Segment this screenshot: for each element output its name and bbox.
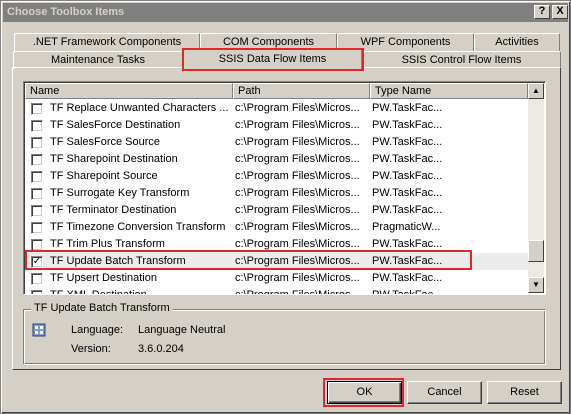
close-button[interactable]: X <box>552 5 568 19</box>
window-title: Choose Toolbox Items <box>7 6 125 18</box>
ok-button[interactable]: OK <box>327 381 402 404</box>
tab-panel <box>12 67 561 370</box>
title-bar[interactable]: Choose Toolbox Items ? X <box>3 3 568 22</box>
tab-net-framework-components[interactable]: .NET Framework Components <box>14 33 200 51</box>
tab-activities[interactable]: Activities <box>474 33 560 51</box>
reset-button[interactable]: Reset <box>487 381 562 404</box>
tab-ssis-data-flow-items[interactable]: SSIS Data Flow Items <box>183 49 362 69</box>
help-button[interactable]: ? <box>534 5 550 19</box>
cancel-button[interactable]: Cancel <box>407 381 482 404</box>
choose-toolbox-items-dialog: Choose Toolbox Items ? X .NET Framework … <box>0 0 571 414</box>
